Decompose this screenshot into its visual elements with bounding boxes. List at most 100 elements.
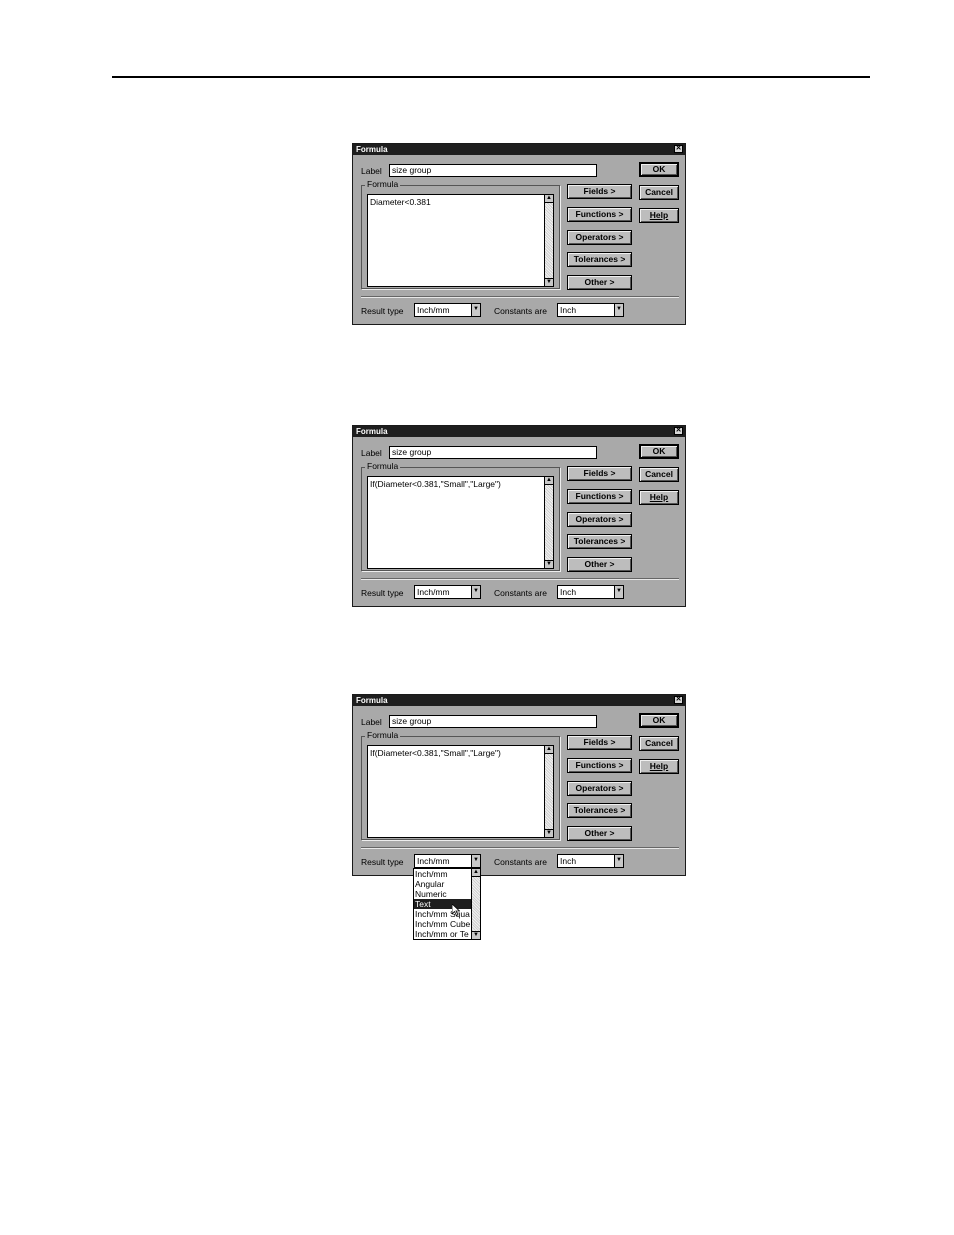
dropdown-option[interactable]: Angular — [414, 879, 473, 889]
scroll-up-arrow-icon[interactable]: ▲ — [472, 869, 480, 877]
close-icon[interactable]: ✕ — [674, 427, 683, 435]
formula-group-caption: Formula — [365, 179, 401, 189]
fields-button[interactable]: Fields > — [567, 184, 632, 199]
help-button[interactable]: Help — [639, 759, 679, 774]
label-caption: Label — [361, 166, 382, 176]
formula-scrollbar[interactable]: ▲ ▼ — [544, 746, 553, 837]
formula-group-caption: Formula — [365, 730, 401, 740]
formula-scrollbar[interactable]: ▲ ▼ — [544, 195, 553, 286]
separator — [361, 847, 679, 849]
scroll-up-arrow-icon[interactable]: ▲ — [545, 195, 553, 203]
scroll-down-arrow-icon[interactable]: ▼ — [545, 560, 553, 568]
result-type-caption: Result type — [361, 588, 404, 598]
formula-scrollbar[interactable]: ▲ ▼ — [544, 477, 553, 568]
chevron-down-icon[interactable]: ▼ — [614, 586, 623, 598]
formula-dialog-3: Formula ✕ Label size group Formula If(Di… — [352, 694, 686, 876]
dialog-title-bar: Formula ✕ — [353, 695, 685, 706]
dropdown-scrollbar[interactable]: ▲ ▼ — [471, 869, 480, 939]
label-input[interactable]: size group — [389, 715, 597, 728]
formula-textarea[interactable]: Diameter<0.381 ▲ ▼ — [367, 194, 554, 287]
dialog-title-bar: Formula ✕ — [353, 426, 685, 437]
help-button[interactable]: Help — [639, 208, 679, 223]
chevron-down-icon[interactable]: ▼ — [471, 304, 480, 316]
label-caption: Label — [361, 717, 382, 727]
mouse-pointer-icon — [452, 904, 460, 916]
label-input[interactable]: size group — [389, 164, 597, 177]
chevron-down-icon[interactable]: ▼ — [614, 855, 623, 867]
constants-caption: Constants are — [494, 306, 547, 316]
constants-caption: Constants are — [494, 857, 547, 867]
constants-select[interactable]: Inch ▼ — [557, 303, 624, 317]
operators-button[interactable]: Operators > — [567, 512, 632, 527]
cancel-button[interactable]: Cancel — [639, 736, 679, 751]
page-top-rule — [112, 76, 870, 78]
formula-text: If(Diameter<0.381,"Small","Large") — [370, 748, 501, 758]
constants-select[interactable]: Inch ▼ — [557, 854, 624, 868]
ok-button[interactable]: OK — [639, 444, 679, 459]
operators-button[interactable]: Operators > — [567, 781, 632, 796]
scroll-up-arrow-icon[interactable]: ▲ — [545, 746, 553, 754]
formula-dialog-2: Formula ✕ Label size group Formula If(Di… — [352, 425, 686, 607]
constants-select[interactable]: Inch ▼ — [557, 585, 624, 599]
constants-caption: Constants are — [494, 588, 547, 598]
formula-text: If(Diameter<0.381,"Small","Large") — [370, 479, 501, 489]
formula-textarea[interactable]: If(Diameter<0.381,"Small","Large") ▲ ▼ — [367, 476, 554, 569]
fields-button[interactable]: Fields > — [567, 466, 632, 481]
constants-value: Inch — [560, 856, 577, 866]
scroll-up-arrow-icon[interactable]: ▲ — [545, 477, 553, 485]
help-button[interactable]: Help — [639, 490, 679, 505]
result-type-value: Inch/mm — [417, 587, 450, 597]
dropdown-option[interactable]: Numeric — [414, 889, 473, 899]
tolerances-button[interactable]: Tolerances > — [567, 252, 632, 267]
cancel-button[interactable]: Cancel — [639, 185, 679, 200]
dropdown-option[interactable]: Inch/mm Squa — [414, 909, 473, 919]
scroll-down-arrow-icon[interactable]: ▼ — [545, 829, 553, 837]
dropdown-option[interactable]: Inch/mm — [414, 869, 473, 879]
formula-text: Diameter<0.381 — [370, 197, 431, 207]
other-button[interactable]: Other > — [567, 826, 632, 841]
close-icon[interactable]: ✕ — [674, 696, 683, 704]
close-icon[interactable]: ✕ — [674, 145, 683, 153]
tolerances-button[interactable]: Tolerances > — [567, 803, 632, 818]
result-type-value: Inch/mm — [417, 305, 450, 315]
result-type-value: Inch/mm — [417, 856, 450, 866]
result-type-dropdown-list[interactable]: Inch/mm Angular Numeric Text Inch/mm Squ… — [413, 868, 481, 940]
chevron-down-icon[interactable]: ▼ — [614, 304, 623, 316]
functions-button[interactable]: Functions > — [567, 758, 632, 773]
chevron-down-icon[interactable]: ▼ — [471, 586, 480, 598]
fields-button[interactable]: Fields > — [567, 735, 632, 750]
tolerances-button[interactable]: Tolerances > — [567, 534, 632, 549]
ok-button[interactable]: OK — [639, 713, 679, 728]
scroll-down-arrow-icon[interactable]: ▼ — [545, 278, 553, 286]
other-button[interactable]: Other > — [567, 557, 632, 572]
separator — [361, 296, 679, 298]
operators-button[interactable]: Operators > — [567, 230, 632, 245]
ok-button[interactable]: OK — [639, 162, 679, 177]
other-button[interactable]: Other > — [567, 275, 632, 290]
result-type-select[interactable]: Inch/mm ▼ — [414, 585, 481, 599]
result-type-caption: Result type — [361, 857, 404, 867]
dialog-title: Formula — [356, 427, 388, 436]
constants-value: Inch — [560, 587, 577, 597]
formula-textarea[interactable]: If(Diameter<0.381,"Small","Large") ▲ ▼ — [367, 745, 554, 838]
formula-group-caption: Formula — [365, 461, 401, 471]
dropdown-option-selected[interactable]: Text — [414, 899, 473, 909]
label-input[interactable]: size group — [389, 446, 597, 459]
label-caption: Label — [361, 448, 382, 458]
scroll-down-arrow-icon[interactable]: ▼ — [472, 931, 480, 939]
dropdown-option[interactable]: Inch/mm Cube — [414, 919, 473, 929]
cancel-button[interactable]: Cancel — [639, 467, 679, 482]
chevron-down-icon[interactable]: ▼ — [471, 855, 480, 867]
constants-value: Inch — [560, 305, 577, 315]
formula-dialog-1: Formula ✕ Label size group Formula Diame… — [352, 143, 686, 325]
dialog-title: Formula — [356, 145, 388, 154]
dropdown-option[interactable]: Inch/mm or Te — [414, 929, 473, 939]
result-type-caption: Result type — [361, 306, 404, 316]
functions-button[interactable]: Functions > — [567, 207, 632, 222]
result-type-select[interactable]: Inch/mm ▼ — [414, 854, 481, 868]
dialog-title: Formula — [356, 696, 388, 705]
separator — [361, 578, 679, 580]
functions-button[interactable]: Functions > — [567, 489, 632, 504]
result-type-select[interactable]: Inch/mm ▼ — [414, 303, 481, 317]
dialog-title-bar: Formula ✕ — [353, 144, 685, 155]
